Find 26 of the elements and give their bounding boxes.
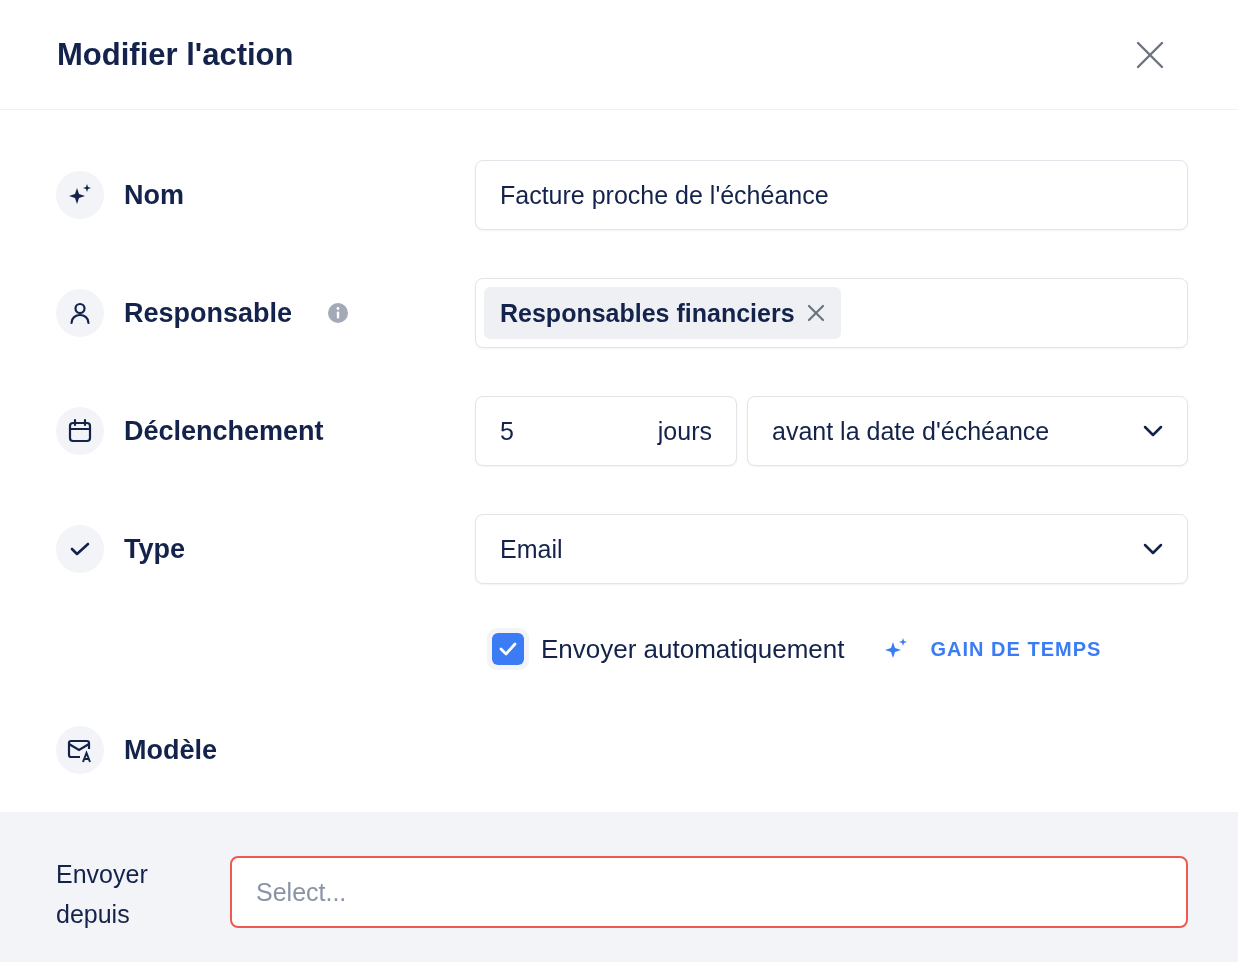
chevron-down-icon [1143, 425, 1163, 437]
checkbox[interactable] [487, 628, 529, 670]
field-label: Déclenchement [124, 415, 324, 447]
name-input[interactable]: Facture proche de l'échéance [475, 160, 1188, 230]
send-from-label: Envoyer depuis [56, 859, 149, 930]
field-label: Nom [124, 179, 184, 211]
time-saving-label: GAIN DE TEMPS [930, 637, 1102, 661]
checkmark-icon [498, 641, 518, 657]
remove-tag-icon[interactable] [806, 304, 825, 322]
trigger-select[interactable]: avant la date d'échéance [747, 396, 1188, 466]
dialog-title: Modifier l'action [57, 36, 294, 73]
type-select[interactable]: Email [475, 514, 1188, 584]
assignee-field[interactable]: Responsables financiers [475, 278, 1188, 348]
sparkle-icon [56, 171, 104, 219]
calendar-icon [56, 407, 104, 455]
days-input[interactable]: 5 jours [475, 396, 737, 466]
user-icon [56, 289, 104, 337]
field-label: Modèle [124, 734, 217, 766]
checkbox-label: Envoyer automatiquement [541, 633, 845, 665]
field-label: Responsable [124, 297, 293, 329]
assignee-tag: Responsables financiers [484, 287, 841, 339]
envelope-icon [56, 726, 104, 774]
check-icon [56, 525, 104, 573]
chevron-down-icon [1143, 543, 1163, 555]
unit-suffix: jours [657, 416, 712, 446]
field-label: Type [124, 533, 185, 565]
